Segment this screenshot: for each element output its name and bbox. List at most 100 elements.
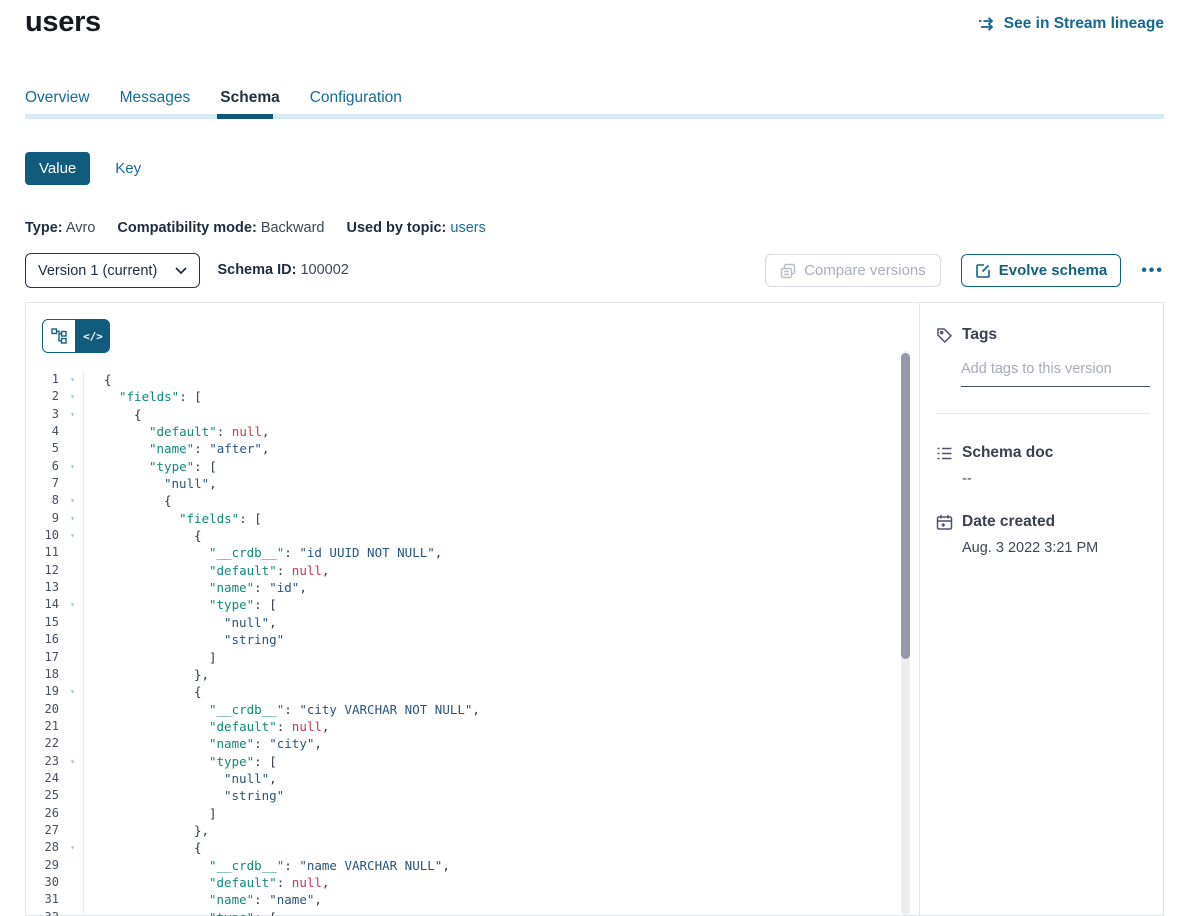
code-line-content: }, <box>84 822 209 839</box>
evolve-schema-label: Evolve schema <box>999 262 1107 279</box>
schema-view-toggle: </> <box>42 319 110 353</box>
version-select[interactable]: Version 1 (current) <box>25 253 200 288</box>
tab-messages[interactable]: Messages <box>120 89 191 111</box>
code-line: 13 "name": "id", <box>26 579 903 596</box>
meta-type-value: Avro <box>66 220 96 236</box>
code-line: 24"null", <box>26 770 903 787</box>
schema-doc-value: -- <box>962 471 1149 487</box>
fold-spacer <box>62 631 84 648</box>
code-line-content: "null", <box>84 614 277 631</box>
line-number: 3 <box>26 406 62 423</box>
fold-spacer <box>62 891 84 908</box>
line-number: 9 <box>26 510 62 527</box>
code-line-content: "__crdb__": "id UUID NOT NULL", <box>84 544 442 561</box>
code-line-content: ] <box>84 805 217 822</box>
code-line-content: { <box>84 527 202 544</box>
line-number: 27 <box>26 822 62 839</box>
schema-doc-header: Schema doc <box>936 444 1149 462</box>
line-number: 11 <box>26 544 62 561</box>
code-line: 16"string" <box>26 631 903 648</box>
tab-overview[interactable]: Overview <box>25 89 90 111</box>
line-number: 22 <box>26 735 62 752</box>
code-line-content: "default": null, <box>84 562 329 579</box>
schema-id-label: Schema ID: <box>217 262 296 278</box>
tab-active-indicator <box>217 114 273 119</box>
line-number: 24 <box>26 770 62 787</box>
fold-arrow-icon[interactable]: ▾ <box>62 527 84 544</box>
fold-arrow-icon[interactable]: ▾ <box>62 492 84 509</box>
fold-arrow-icon[interactable]: ▾ <box>62 510 84 527</box>
tab-schema[interactable]: Schema <box>220 89 279 111</box>
editor-scrollbar-track[interactable] <box>901 351 910 915</box>
compare-versions-label: Compare versions <box>804 262 926 279</box>
schema-controls-row: Version 1 (current) Schema ID: 100002 Co… <box>25 253 1164 289</box>
code-line: 30"default": null, <box>26 874 903 891</box>
fold-arrow-icon[interactable]: ▾ <box>62 909 84 916</box>
fold-arrow-icon[interactable]: ▾ <box>62 839 84 856</box>
fold-spacer <box>62 562 84 579</box>
tags-header: Tags <box>936 326 1149 344</box>
fold-spacer <box>62 787 84 804</box>
code-line: 27}, <box>26 822 903 839</box>
code-line-content: "default": null, <box>84 423 269 440</box>
line-number: 13 <box>26 579 62 596</box>
tab-configuration[interactable]: Configuration <box>310 89 402 111</box>
fold-spacer <box>62 423 84 440</box>
line-number: 21 <box>26 718 62 735</box>
code-line-content: ] <box>84 649 217 666</box>
code-line-content: { <box>84 406 142 423</box>
fold-spacer <box>62 440 84 457</box>
code-line: 10▾{ <box>26 527 903 544</box>
fold-spacer <box>62 822 84 839</box>
line-number: 12 <box>26 562 62 579</box>
code-view-icon: </> <box>83 330 103 343</box>
value-toggle-button[interactable]: Value <box>25 152 90 185</box>
tags-input[interactable] <box>961 361 1150 387</box>
tree-view-button[interactable] <box>42 319 76 353</box>
fold-arrow-icon[interactable]: ▾ <box>62 458 84 475</box>
controls-right-group: Compare versions Evolve schema ••• <box>765 254 1164 287</box>
evolve-schema-button[interactable]: Evolve schema <box>961 254 1121 287</box>
schema-doc-title: Schema doc <box>962 444 1053 462</box>
code-line: 2▾"fields": [ <box>26 388 903 405</box>
key-toggle-button[interactable]: Key <box>115 160 141 177</box>
line-number: 31 <box>26 891 62 908</box>
fold-spacer <box>62 649 84 666</box>
schema-sidebar: Tags Schema doc -- <box>919 303 1163 915</box>
meta-compatibility-label: Compatibility mode: <box>117 220 256 236</box>
line-number: 10 <box>26 527 62 544</box>
editor-scrollbar-thumb[interactable] <box>901 353 910 659</box>
code-line-content: "null", <box>84 475 217 492</box>
fold-arrow-icon[interactable]: ▾ <box>62 596 84 613</box>
fold-spacer <box>62 735 84 752</box>
code-lines: 1▾{2▾"fields": [3▾{4"default": null,5"na… <box>26 371 903 916</box>
line-number: 7 <box>26 475 62 492</box>
code-line: 32▾"type": [ <box>26 909 903 916</box>
version-select-value: Version 1 (current) <box>38 263 157 279</box>
compare-versions-button[interactable]: Compare versions <box>765 254 941 287</box>
line-number: 20 <box>26 701 62 718</box>
code-line: 17] <box>26 649 903 666</box>
fold-spacer <box>62 701 84 718</box>
code-line: 1▾{ <box>26 371 903 388</box>
code-line-content: "fields": [ <box>84 510 262 527</box>
schema-panel: </> 1▾{2▾"fields": [3▾{4"default": null,… <box>25 302 1164 916</box>
fold-arrow-icon[interactable]: ▾ <box>62 683 84 700</box>
meta-topic-label: Used by topic: <box>346 220 446 236</box>
fold-spacer <box>62 874 84 891</box>
code-view-button[interactable]: </> <box>76 319 110 353</box>
code-line-content: "name": "id", <box>84 579 307 596</box>
code-line: 14▾"type": [ <box>26 596 903 613</box>
fold-arrow-icon[interactable]: ▾ <box>62 371 84 388</box>
fold-arrow-icon[interactable]: ▾ <box>62 753 84 770</box>
fold-arrow-icon[interactable]: ▾ <box>62 388 84 405</box>
more-options-button[interactable]: ••• <box>1141 262 1164 280</box>
code-line-content: { <box>84 839 202 856</box>
line-number: 29 <box>26 857 62 874</box>
fold-arrow-icon[interactable]: ▾ <box>62 406 84 423</box>
code-editor[interactable]: 1▾{2▾"fields": [3▾{4"default": null,5"na… <box>26 371 903 916</box>
code-line-content: "type": [ <box>84 596 277 613</box>
stream-lineage-link[interactable]: See in Stream lineage <box>978 15 1164 33</box>
topic-users-link[interactable]: users <box>450 220 485 236</box>
evolve-schema-icon <box>975 263 991 279</box>
